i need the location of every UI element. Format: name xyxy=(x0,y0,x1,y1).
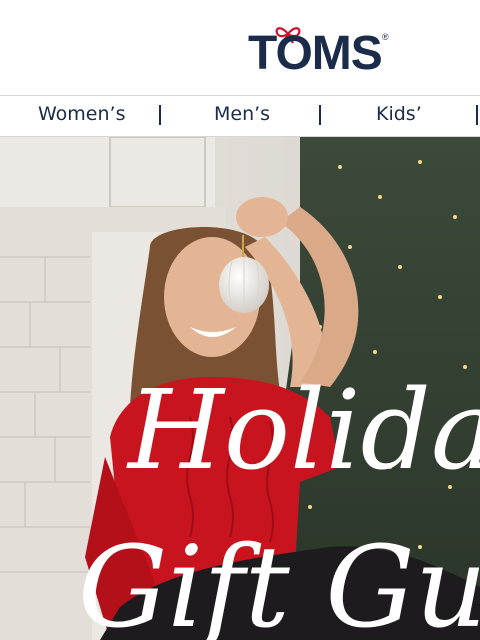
nav-item-womens[interactable]: Women’s xyxy=(38,96,125,136)
nav-divider xyxy=(159,105,161,125)
nav-item-mens[interactable]: Men’s xyxy=(214,96,270,136)
toms-logo[interactable]: TOMS ® xyxy=(248,26,398,80)
nav-item-kids[interactable]: Kids’ xyxy=(376,96,422,136)
nav-divider xyxy=(476,105,478,125)
brand-name: TOMS xyxy=(248,27,383,80)
hero-headline-line1: Holiday xyxy=(128,366,480,494)
registered-mark: ® xyxy=(382,32,389,42)
category-nav: Women’s Men’s Kids’ xyxy=(0,95,480,137)
hero-banner[interactable]: Holiday Gift Guide xyxy=(0,137,480,640)
hero-headline-line2: Gift Guide xyxy=(78,523,480,640)
nav-divider xyxy=(319,105,321,125)
email-header: TOMS ® xyxy=(0,0,480,95)
